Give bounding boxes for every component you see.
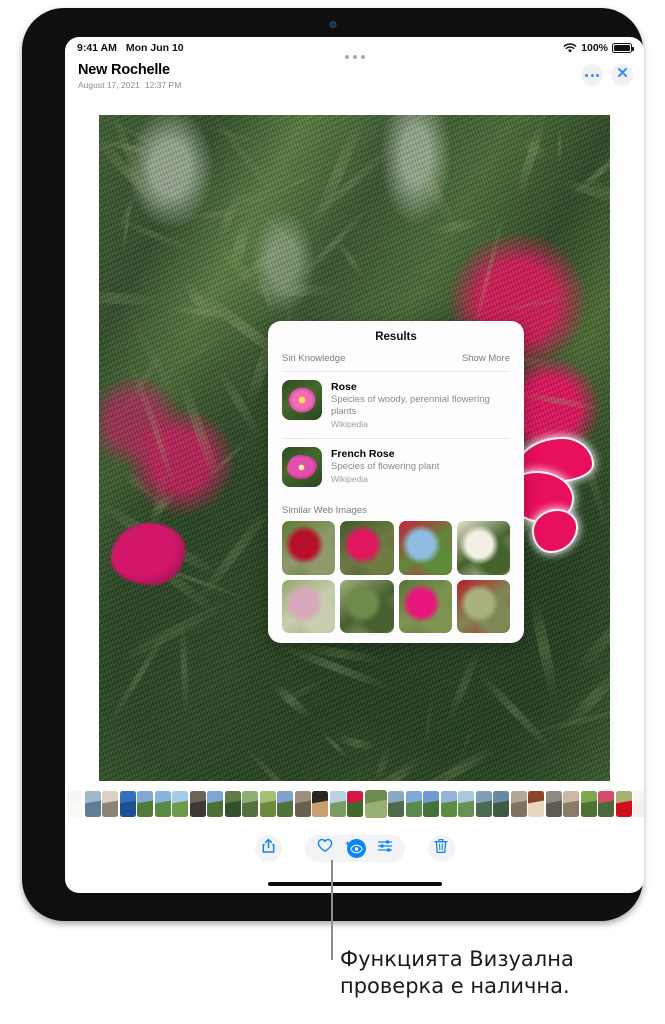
white-roses[interactable] [456,521,510,575]
filmstrip-thumb[interactable] [493,791,509,817]
filmstrip-thumb[interactable] [67,791,83,817]
rose-field-sky[interactable] [398,521,452,575]
filmstrip-thumb[interactable] [277,791,293,817]
french-rose-thumbnail [282,447,322,488]
filmstrip-thumb[interactable] [259,791,276,817]
similar-web-images-label: Similar Web Images [282,505,367,517]
more-options-button[interactable] [581,64,603,86]
visual-look-up-button-wrapper[interactable] [344,837,366,859]
filmstrip-thumb[interactable] [172,791,188,817]
results-panel-title: Results [375,331,417,343]
battery-percent: 100% [581,42,608,54]
filmstrip-thumb[interactable] [528,791,544,817]
favorite-button[interactable] [313,836,337,860]
filmstrip-thumb[interactable] [545,791,562,817]
filmstrip-thumb[interactable] [388,791,404,817]
heart-icon [317,838,333,858]
callout-caption: Функцията Визуална проверка е налична. [340,947,574,998]
siri-knowledge-label: Siri Knowledge [282,353,346,364]
share-button[interactable] [254,834,282,862]
photo-timestamp: August 17, 2021 12:37 PM [78,80,632,90]
filmstrip-thumb[interactable] [598,791,614,817]
result-description: Species of woody, perennial flowering pl… [331,394,490,418]
ipad-device-frame: 9:41 AM Mon Jun 10 100% New Rochelle Aug… [22,8,644,921]
pink-rose-bush[interactable] [340,521,394,575]
magenta-rose-buds[interactable] [398,579,452,633]
callout-leader-line [331,860,333,960]
status-date: Mon Jun 10 [125,42,184,54]
adjust-button[interactable] [373,836,397,860]
filmstrip-thumb[interactable] [563,791,579,817]
filmstrip-thumb[interactable] [312,791,328,817]
filmstrip-thumb[interactable] [224,791,241,817]
result-description: Species of flowering plant [331,461,440,473]
filmstrip-thumb[interactable] [615,791,632,817]
filmstrip-thumb[interactable] [510,791,527,817]
adjust-sliders-icon [377,839,393,858]
front-camera-icon [329,21,336,28]
page-title: New Rochelle [78,62,170,78]
nav-actions [581,64,633,86]
filmstrip-thumb[interactable] [189,791,206,817]
status-time: 9:41 AM [77,42,117,54]
filmstrip-thumb[interactable] [102,791,118,817]
trash-icon [434,838,448,859]
filmstrip-thumb[interactable] [475,791,492,817]
photo-toolbar [65,827,644,869]
filmstrip-thumb[interactable] [423,791,439,817]
filmstrip-thumb-selected[interactable] [364,790,387,818]
list-item[interactable]: French Rose Species of flowering plant W… [268,439,524,496]
filmstrip-thumb[interactable] [242,791,258,817]
filmstrip-thumb[interactable] [294,791,311,817]
share-icon [261,838,276,859]
red-rose-hedge[interactable] [456,579,510,633]
ipad-screen: 9:41 AM Mon Jun 10 100% New Rochelle Aug… [65,37,644,893]
visual-lookup-results-panel: Results Siri Knowledge Show More Rose Sp… [268,321,524,643]
filmstrip-thumb[interactable] [347,791,363,817]
filmstrip-thumb[interactable] [329,791,346,817]
filmstrip-thumb[interactable] [458,791,474,817]
list-item[interactable]: Rose Species of woody, perennial floweri… [268,372,524,438]
photo-time: 12:37 PM [144,80,182,90]
filmstrip-thumb[interactable] [119,791,136,817]
close-x-icon [616,66,629,84]
result-source: Wikipedia [331,474,368,485]
rose-thumbnail [282,380,322,420]
status-indicators: 100% [563,42,634,54]
filmstrip-thumb[interactable] [633,791,644,817]
red-rose-bush[interactable] [282,521,336,575]
filmstrip-thumb[interactable] [137,791,153,817]
delete-button[interactable] [427,834,455,862]
filmstrip-thumb[interactable] [405,791,422,817]
photo-filmstrip[interactable] [65,789,644,819]
photo-date: August 17, 2021 [78,80,140,90]
filmstrip-thumb[interactable] [154,791,171,817]
battery-icon [612,43,634,53]
rose-garden-rows[interactable] [340,579,394,633]
pale-pink-roses[interactable] [282,579,336,633]
siri-knowledge-header: Siri Knowledge Show More [268,351,524,371]
home-indicator[interactable] [267,881,442,886]
visual-look-up-icon[interactable] [346,839,366,858]
result-name: Rose [331,381,357,393]
secondary-rose-bloom [111,523,185,585]
filmstrip-thumb[interactable] [580,791,597,817]
photo-action-group [304,834,405,862]
result-source: Wikipedia [331,419,368,430]
filmstrip-thumb[interactable] [84,791,101,817]
show-more-button[interactable]: Show More [462,353,510,364]
filmstrip-thumb[interactable] [440,791,457,817]
photo-nav-header: New Rochelle August 17, 2021 12:37 PM [65,59,644,101]
more-dots-icon [585,73,599,77]
wifi-icon [563,42,577,54]
filmstrip-thumb[interactable] [207,791,223,817]
similar-web-images-grid [268,521,524,633]
close-button[interactable] [611,64,633,86]
result-name: French Rose [331,448,395,461]
